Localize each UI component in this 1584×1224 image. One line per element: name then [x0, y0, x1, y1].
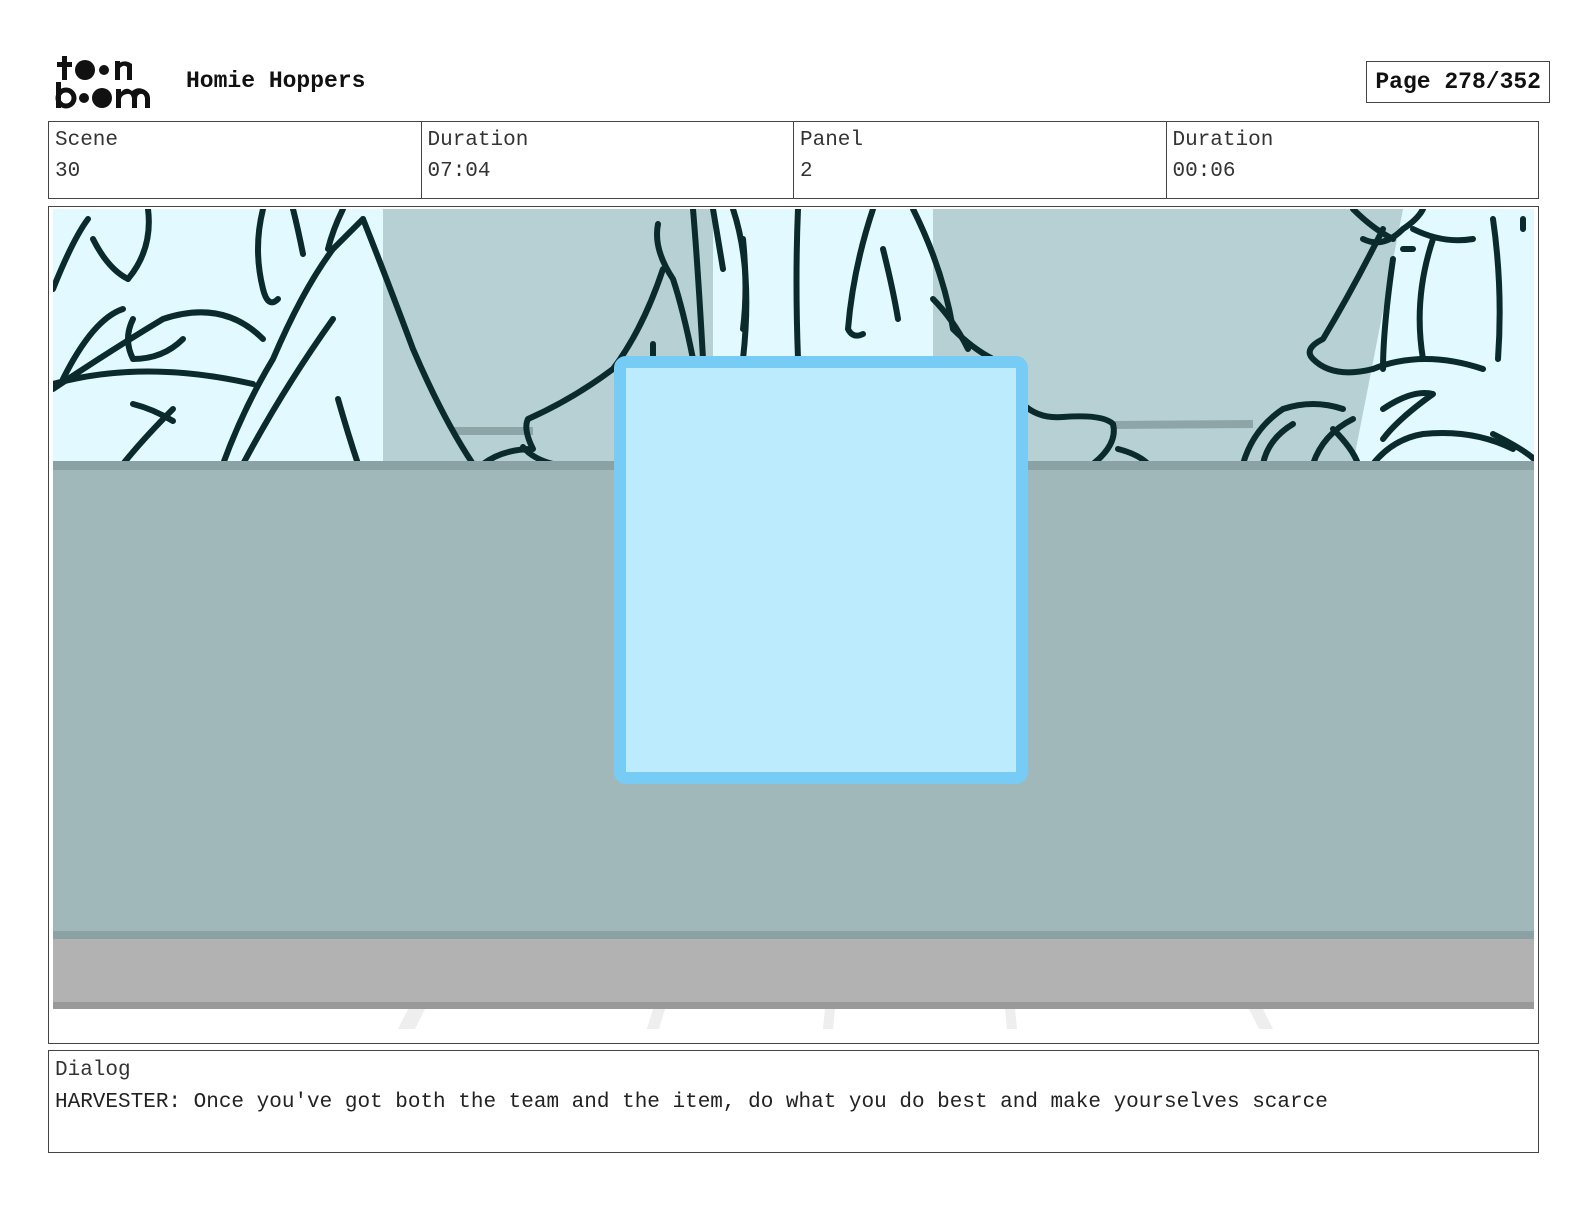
- scene-duration-value: 07:04: [427, 160, 491, 183]
- dialog-label: Dialog: [55, 1059, 131, 1082]
- screen-panel: [614, 356, 1028, 784]
- page-number: Page 278/352: [1366, 61, 1550, 103]
- page-header: Homie Hoppers Page 278/352: [48, 48, 1550, 112]
- toon-boom-logo: [55, 56, 150, 109]
- project-title: Homie Hoppers: [186, 68, 366, 94]
- panel-duration-cell: Duration 00:06: [1167, 122, 1539, 198]
- scene-value: 30: [55, 160, 81, 183]
- panel-label: Panel: [800, 129, 864, 152]
- scene-info-row: Scene 30 Duration 07:04 Panel 2 Duration…: [48, 121, 1539, 199]
- back-rail-right: [1112, 420, 1254, 429]
- floor-strip: [53, 939, 1534, 1005]
- panel-value: 2: [800, 160, 813, 183]
- scene-label: Scene: [55, 129, 119, 152]
- floor: [53, 1009, 1534, 1041]
- scene-duration-cell: Duration 07:04: [422, 122, 794, 198]
- scene-duration-label: Duration: [427, 129, 529, 152]
- counter-bottom-edge: [53, 931, 1534, 939]
- scene-cell: Scene 30: [49, 122, 422, 198]
- panel-drawing: [53, 209, 1534, 1041]
- floor-strip-edge: [53, 1002, 1534, 1009]
- panel-duration-label: Duration: [1172, 129, 1274, 152]
- panel-cell: Panel 2: [794, 122, 1167, 198]
- dialog-text: HARVESTER: Once you've got both the team…: [55, 1091, 1328, 1114]
- panel-duration-value: 00:06: [1172, 160, 1236, 183]
- storyboard-panel: [48, 206, 1539, 1044]
- dialog-box: Dialog HARVESTER: Once you've got both t…: [48, 1050, 1539, 1153]
